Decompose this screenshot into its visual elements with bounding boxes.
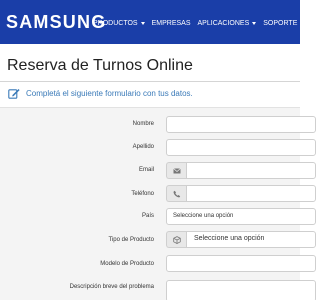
- chevron-down-icon: [300, 22, 305, 25]
- form-intro: Completá el siguiente formulario con tus…: [8, 88, 193, 99]
- samsung-logo[interactable]: SAMSUNG: [6, 12, 106, 33]
- phone-icon: [173, 190, 180, 197]
- pais-label: País: [141, 213, 154, 219]
- tipo-producto-addon: [166, 231, 186, 248]
- page-title: Reserva de Turnos Online: [7, 57, 193, 74]
- nombre-label: Nombre: [132, 121, 154, 127]
- edit-icon: [8, 89, 20, 99]
- nav-productos[interactable]: PRODUCTOS: [93, 20, 145, 27]
- nav-aplicaciones[interactable]: APLICACIONES: [198, 20, 257, 27]
- tipo-producto-selected-value: Seleccione una opción: [194, 235, 265, 242]
- intro-text: Completá el siguiente formulario con tus…: [26, 89, 193, 98]
- nav-empresas[interactable]: EMPRESAS: [152, 20, 191, 27]
- email-addon: [166, 162, 186, 179]
- telefono-field[interactable]: [186, 185, 316, 202]
- apellido-field[interactable]: [166, 139, 316, 156]
- modelo-producto-field[interactable]: [166, 255, 316, 272]
- pais-selected-value: Seleccione una opción: [173, 213, 234, 219]
- main-nav: PRODUCTOS EMPRESAS APLICACIONES SOPORTE: [93, 20, 311, 27]
- nav-label: EMPRESAS: [151, 20, 191, 27]
- envelope-icon: [172, 167, 181, 173]
- telefono-label: Teléfono: [131, 191, 154, 197]
- chevron-down-icon: [252, 22, 257, 25]
- email-label: Email: [138, 167, 154, 173]
- nav-soporte[interactable]: SOPORTE: [263, 20, 305, 27]
- telefono-addon: [166, 185, 186, 202]
- nombre-field[interactable]: [166, 116, 316, 133]
- cube-icon: [172, 235, 181, 244]
- chevron-down-icon: [140, 22, 145, 25]
- modelo-producto-label: Modelo de Producto: [100, 261, 154, 267]
- top-navigation-bar: SAMSUNG PRODUCTOS EMPRESAS APLICACIONES …: [0, 0, 305, 44]
- tipo-producto-select[interactable]: Seleccione una opción: [186, 231, 316, 248]
- nav-label: APLICACIONES: [197, 20, 250, 27]
- tipo-producto-label: Tipo de Producto: [108, 237, 154, 243]
- email-field[interactable]: [186, 162, 316, 179]
- pais-select[interactable]: Seleccione una opción: [166, 208, 316, 225]
- descripcion-label: Descripción breve del problema: [69, 284, 154, 290]
- nav-label: SOPORTE: [263, 20, 298, 27]
- apellido-label: Apellido: [132, 144, 154, 150]
- nav-label: PRODUCTOS: [93, 20, 138, 27]
- descripcion-field[interactable]: [166, 280, 316, 300]
- divider: [0, 81, 300, 82]
